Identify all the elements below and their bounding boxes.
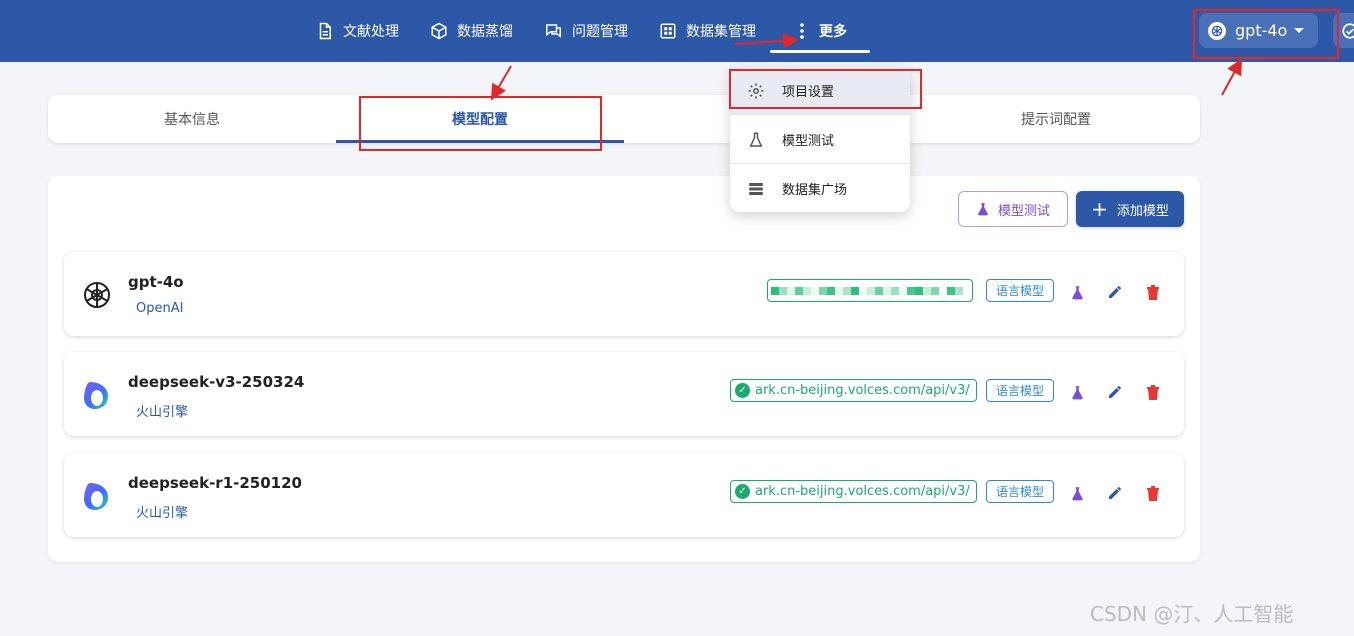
check-circle-icon: ✓: [735, 383, 750, 398]
endpoint-badge-masked: [767, 279, 973, 302]
nav-item-label: 更多: [819, 24, 847, 40]
settings-tabs: 基本信息 模型配置 提示词配置: [48, 95, 1200, 143]
nav-item-label: 数据集管理: [686, 24, 756, 40]
pencil-icon: [1109, 286, 1121, 298]
tab-label: 提示词配置: [1021, 112, 1091, 128]
tab-prompt-config[interactable]: 提示词配置: [912, 95, 1200, 143]
chat-icon: [546, 24, 561, 38]
annotation-box-project-settings: [729, 69, 922, 109]
model-name: deepseek-v3-250324: [128, 373, 305, 391]
more-vertical-icon: [800, 23, 804, 39]
annotation-arrow: [490, 65, 512, 101]
flask-icon: [1071, 285, 1083, 299]
model-type-tag: 语言模型: [986, 480, 1054, 503]
endpoint-url: ark.cn-beijing.volces.com/api/v3/: [755, 484, 970, 499]
model-card: deepseek-v3-250324 火山引擎 ✓ ark.cn-beijing…: [64, 352, 1184, 436]
annotation-box-model-config-tab: [359, 96, 602, 151]
nav-item-label: 数据蒸馏: [457, 24, 513, 40]
tab-basic-info[interactable]: 基本信息: [48, 95, 336, 143]
check-circle-icon: ✓: [735, 484, 750, 499]
menu-divider: [730, 163, 910, 164]
document-icon: [319, 22, 331, 40]
model-provider: OpenAI: [136, 301, 184, 316]
add-model-button[interactable]: + 添加模型: [1076, 191, 1184, 227]
list-icon: [749, 182, 763, 195]
trash-icon: [1147, 285, 1159, 300]
edit-model-action[interactable]: [1106, 383, 1124, 401]
watermark: CSDN @汀、人工智能: [1090, 602, 1294, 626]
volcengine-logo-icon: [84, 483, 108, 510]
flask-icon: [749, 132, 763, 147]
plus-icon: +: [1091, 197, 1108, 221]
endpoint-badge: ✓ ark.cn-beijing.volces.com/api/v3/: [730, 379, 977, 402]
pencil-icon: [1109, 487, 1121, 499]
model-name: gpt-4o: [128, 273, 184, 291]
check-circle-icon: [1342, 22, 1354, 39]
delete-model-action[interactable]: [1144, 383, 1162, 401]
menu-item-model-test[interactable]: 模型测试: [730, 116, 910, 163]
menu-divider: [730, 114, 910, 115]
nav-item-label: 问题管理: [572, 24, 628, 40]
volcengine-logo-icon: [84, 382, 108, 409]
delete-model-action[interactable]: [1144, 484, 1162, 502]
cube-icon: [431, 22, 447, 40]
annotation-box-model-selector: [1193, 9, 1339, 59]
model-test-button[interactable]: 模型测试: [958, 191, 1068, 227]
model-provider: 火山引擎: [136, 405, 189, 420]
edit-model-action[interactable]: [1106, 283, 1124, 301]
endpoint-url: ark.cn-beijing.volces.com/api/v3/: [755, 383, 970, 398]
nav-item-literature[interactable]: 文献处理: [316, 0, 399, 62]
delete-model-action[interactable]: [1144, 283, 1162, 301]
model-provider: 火山引擎: [136, 506, 189, 521]
flask-icon: [978, 203, 988, 216]
test-model-action[interactable]: [1068, 383, 1086, 401]
menu-item-label: 模型测试: [782, 134, 835, 149]
menu-item-label: 数据集广场: [782, 183, 848, 198]
trash-icon: [1147, 486, 1159, 501]
menu-item-dataset-square[interactable]: 数据集广场: [730, 165, 910, 212]
model-type-tag: 语言模型: [986, 279, 1054, 302]
tab-label: 基本信息: [164, 112, 220, 128]
openai-logo-icon: [84, 282, 110, 308]
nav-item-questions[interactable]: 问题管理: [544, 0, 628, 62]
edit-model-action[interactable]: [1106, 484, 1124, 502]
top-navbar: 文献处理 数据蒸馏 问题管理 数据集管理 更多 gpt-4o: [0, 0, 1354, 62]
flask-icon: [1071, 486, 1083, 500]
nav-item-distill[interactable]: 数据蒸馏: [430, 0, 513, 62]
test-model-action[interactable]: [1068, 484, 1086, 502]
model-type-tag: 语言模型: [986, 379, 1054, 402]
model-card: gpt-4o OpenAI 语言模型: [64, 252, 1184, 336]
nav-item-label: 文献处理: [343, 24, 399, 40]
flask-icon: [1071, 385, 1083, 399]
model-card: deepseek-r1-250120 火山引擎 ✓ ark.cn-beijing…: [64, 453, 1184, 537]
nav-active-indicator: [770, 50, 870, 53]
grid-icon: [660, 23, 676, 39]
pencil-icon: [1109, 386, 1121, 398]
test-model-action[interactable]: [1068, 283, 1086, 301]
model-name: deepseek-r1-250120: [128, 474, 302, 492]
masked-endpoint: [771, 283, 963, 298]
model-test-label: 模型测试: [997, 203, 1050, 219]
nav-item-datasets[interactable]: 数据集管理: [659, 0, 756, 62]
endpoint-badge: ✓ ark.cn-beijing.volces.com/api/v3/: [730, 480, 977, 503]
trash-icon: [1147, 385, 1159, 400]
add-model-label: 添加模型: [1116, 203, 1169, 219]
annotation-arrow: [1221, 58, 1242, 96]
